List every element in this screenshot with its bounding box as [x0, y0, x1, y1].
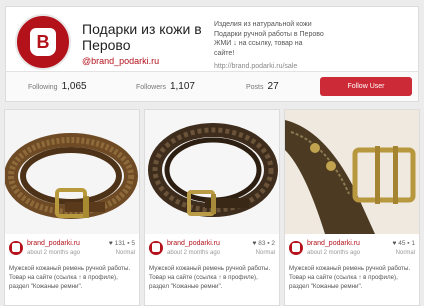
heart-icon[interactable]: ♥ — [109, 240, 113, 247]
post-author[interactable]: brand_podarki.ru — [167, 240, 220, 247]
post-author[interactable]: brand_podarki.ru — [27, 240, 80, 247]
profile-name: Подарки из кожи в Перово — [82, 21, 202, 53]
comment-count: 2 — [271, 240, 275, 247]
post-photo[interactable] — [5, 110, 139, 234]
post-time: about 2 months ago — [27, 250, 81, 256]
image-quality: Normal — [395, 250, 415, 256]
comment-icon[interactable]: ▪ — [407, 240, 409, 247]
post-meta: brand_podarki.ru about 2 months ago ♥ 13… — [5, 234, 139, 262]
post-author-avatar[interactable] — [9, 241, 23, 255]
post-author[interactable]: brand_podarki.ru — [307, 240, 360, 247]
like-count: 83 — [258, 240, 266, 247]
post-meta: brand_podarki.ru about 2 months ago ♥ 45… — [285, 234, 419, 262]
belt-photo-2 — [145, 110, 279, 234]
post-description: Мужской кожаный ремень ручной работы. То… — [289, 265, 411, 290]
post-author-avatar[interactable] — [289, 241, 303, 255]
profile-card: B Подарки из кожи в Перово @brand_podark… — [5, 6, 419, 102]
post-counts: ♥ 131 ▪ 5 — [109, 240, 135, 247]
comment-count: 5 — [131, 240, 135, 247]
post-card[interactable]: brand_podarki.ru about 2 months ago ♥ 45… — [284, 109, 420, 306]
post-description: Мужской кожаный ремень ручной работы. То… — [9, 265, 131, 290]
belt-photo-1 — [5, 110, 139, 234]
post-time: about 2 months ago — [307, 250, 361, 256]
post-counts: ♥ 45 ▪ 1 — [393, 240, 415, 247]
post-time: about 2 months ago — [167, 250, 221, 256]
followers-stat[interactable]: Followers 1,107 — [136, 81, 195, 92]
comment-icon[interactable]: ▪ — [267, 240, 269, 247]
post-card[interactable]: brand_podarki.ru about 2 months ago ♥ 83… — [144, 109, 280, 306]
heart-icon[interactable]: ♥ — [393, 240, 397, 247]
profile-avatar[interactable]: B — [15, 14, 71, 70]
like-count: 45 — [398, 240, 406, 247]
post-counts: ♥ 83 ▪ 2 — [253, 240, 275, 247]
brand-logo: B — [30, 28, 56, 56]
heart-icon[interactable]: ♥ — [253, 240, 257, 247]
post-photo[interactable] — [145, 110, 279, 234]
post-author-avatar[interactable] — [149, 241, 163, 255]
following-stat[interactable]: Following 1,065 — [28, 81, 87, 92]
like-count: 131 — [114, 240, 126, 247]
post-description: Мужской кожаный ремень ручной работы. То… — [149, 265, 271, 290]
post-meta: brand_podarki.ru about 2 months ago ♥ 83… — [145, 234, 279, 262]
posts-stat[interactable]: Posts 27 — [246, 81, 279, 92]
profile-handle[interactable]: @brand_podarki.ru — [82, 56, 159, 66]
profile-bio: Изделия из натуральной кожи Подарки ручн… — [214, 21, 324, 57]
comment-count: 1 — [411, 240, 415, 247]
post-card[interactable]: brand_podarki.ru about 2 months ago ♥ 13… — [4, 109, 140, 306]
profile-link[interactable]: http://brand.podarki.ru/sale — [214, 63, 297, 70]
post-photo[interactable] — [285, 110, 419, 234]
image-quality: Normal — [115, 250, 135, 256]
comment-icon[interactable]: ▪ — [127, 240, 129, 247]
profile-stats-bar: Following 1,065 Followers 1,107 Posts 27 Fo… — [6, 71, 418, 101]
belt-photo-3 — [285, 110, 419, 234]
follow-user-button[interactable]: Follow User — [320, 77, 412, 96]
image-quality: Normal — [255, 250, 275, 256]
